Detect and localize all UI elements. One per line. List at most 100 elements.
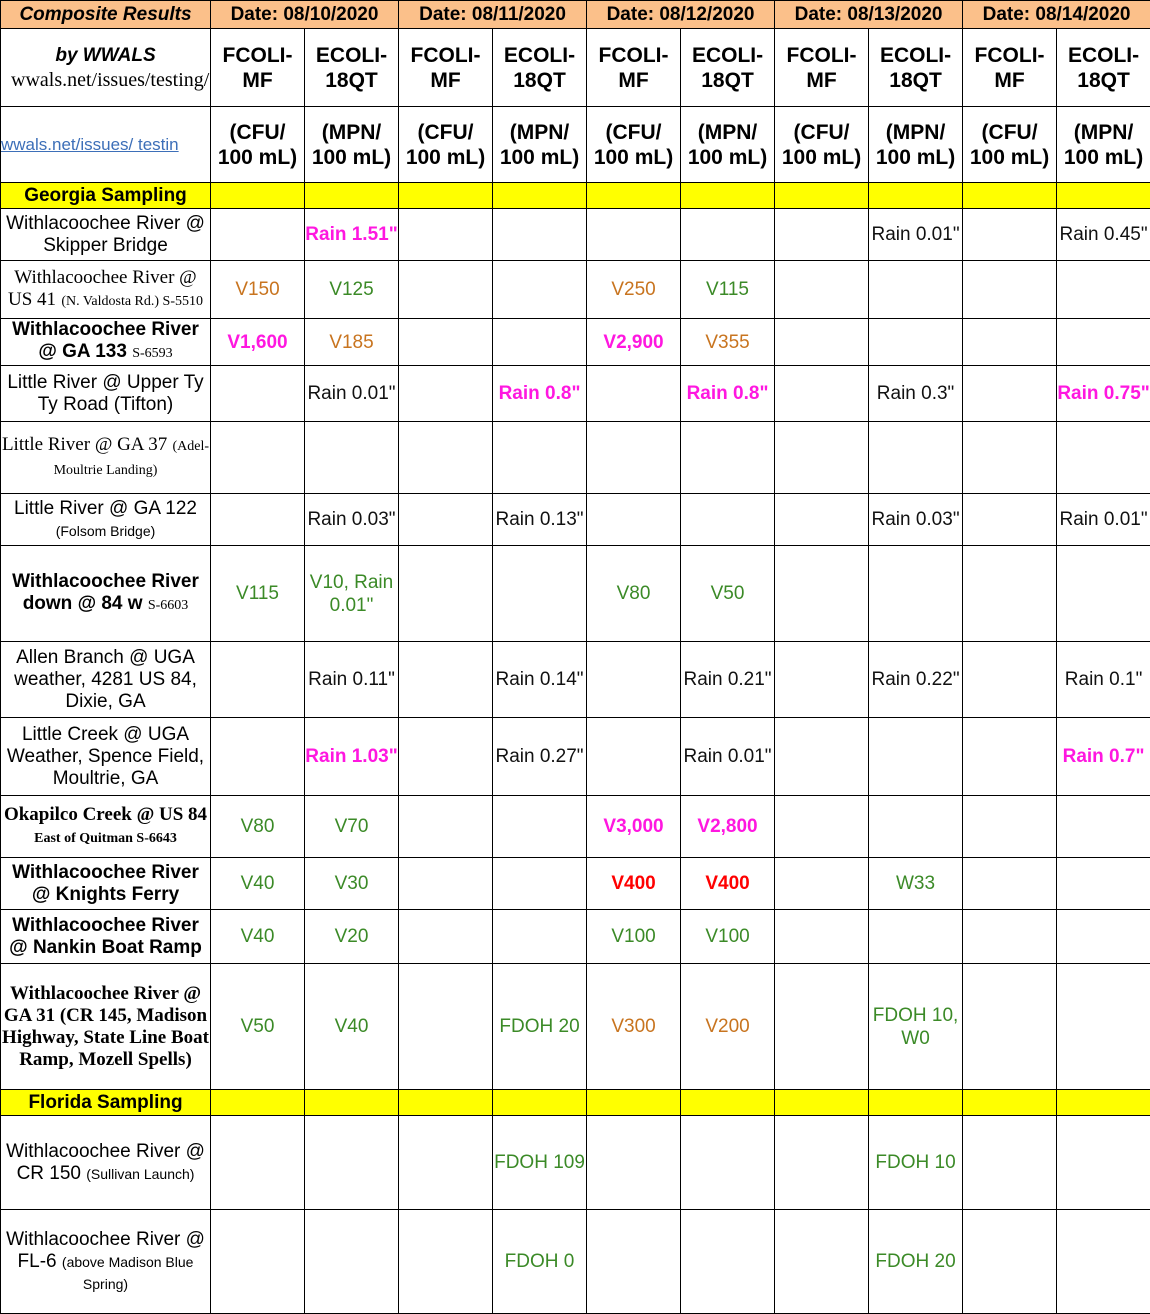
- result-cell: Rain 0.1": [1057, 642, 1150, 718]
- result-cell: [775, 964, 869, 1090]
- result-cell: [305, 1210, 399, 1314]
- result-cell: [493, 796, 587, 858]
- result-cell: [681, 209, 775, 261]
- result-cell: V100: [681, 910, 775, 964]
- result-cell: [963, 858, 1057, 910]
- column-header-line: 18QT: [1057, 68, 1150, 93]
- result-cell: V30: [305, 858, 399, 910]
- result-cell: Rain 0.03": [305, 494, 399, 546]
- site-main: Withlacoochee River @ Nankin Boat Ramp: [9, 915, 202, 958]
- result-cell: V3,000: [587, 796, 681, 858]
- result-cell: [1057, 964, 1150, 1090]
- result-cell: [399, 422, 493, 494]
- column-header: ECOLI-18QT: [1057, 29, 1150, 107]
- date-header: Date: 08/14/2020: [963, 1, 1150, 29]
- date-header: Date: 08/12/2020: [587, 1, 775, 29]
- result-cell: FDOH 10: [869, 1116, 963, 1210]
- site-name: Withlacoochee River @ Nankin Boat Ramp: [1, 910, 211, 964]
- unit-header: (MPN/100 mL): [1057, 107, 1150, 183]
- section-cell: [493, 183, 587, 209]
- result-cell: [211, 366, 305, 422]
- table-row: Little River @ Upper Ty Ty Road (Tifton)…: [1, 366, 1150, 422]
- column-header-line: ECOLI-: [869, 43, 962, 68]
- date-header: Date: 08/10/2020: [211, 1, 399, 29]
- table-title: Composite Results: [1, 1, 211, 29]
- result-cell: [211, 494, 305, 546]
- result-cell: [211, 209, 305, 261]
- table-row: Little River @ GA 37 (Adel-Moultrie Land…: [1, 422, 1150, 494]
- site-sub: (above Madison Blue Spring): [62, 1254, 194, 1292]
- table-row: Okapilco Creek @ US 84 East of Quitman S…: [1, 796, 1150, 858]
- column-header-line: ECOLI-: [493, 43, 586, 68]
- result-cell: [775, 319, 869, 366]
- result-cell: Rain 0.01": [681, 718, 775, 796]
- result-cell: [399, 319, 493, 366]
- column-header-line: MF: [399, 68, 492, 93]
- result-cell: [775, 910, 869, 964]
- result-cell: [305, 422, 399, 494]
- section-cell: [399, 183, 493, 209]
- section-cell: [963, 1090, 1057, 1116]
- result-cell: [963, 964, 1057, 1090]
- column-header-line: MF: [775, 68, 868, 93]
- table-row: Allen Branch @ UGA weather, 4281 US 84, …: [1, 642, 1150, 718]
- result-cell: V100: [587, 910, 681, 964]
- result-cell: V250: [587, 261, 681, 319]
- result-cell: [775, 546, 869, 642]
- site-name: Withlacoochee River @ GA 133 S-6593: [1, 319, 211, 366]
- site-name: Little River @ Upper Ty Ty Road (Tifton): [1, 366, 211, 422]
- unit-header: (CFU/100 mL): [587, 107, 681, 183]
- site-sub: (Folsom Bridge): [56, 523, 156, 539]
- table-row: Withlacoochee River @ FL-6 (above Madiso…: [1, 1210, 1150, 1314]
- table-row: Withlacoochee River @ GA 133 S-6593V1,60…: [1, 319, 1150, 366]
- result-cell: FDOH 20: [493, 964, 587, 1090]
- testing-link[interactable]: wwals.net/issues/ testin: [1, 107, 211, 183]
- unit-header-line: 100 mL): [211, 145, 304, 170]
- unit-header-line: (MPN/: [1057, 120, 1150, 145]
- result-cell: [399, 546, 493, 642]
- by-url: wwals.net/issues/testing/: [1, 68, 210, 93]
- column-header-line: 18QT: [305, 68, 398, 93]
- date-header: Date: 08/13/2020: [775, 1, 963, 29]
- site-name: Withlacoochee River @ FL-6 (above Madiso…: [1, 1210, 211, 1314]
- result-cell: [1057, 261, 1150, 319]
- result-cell: [775, 261, 869, 319]
- result-cell: V80: [587, 546, 681, 642]
- column-header-line: 18QT: [493, 68, 586, 93]
- column-header: FCOLI-MF: [963, 29, 1057, 107]
- table-row: Withlacoochee River @ Nankin Boat RampV4…: [1, 910, 1150, 964]
- result-cell: [963, 546, 1057, 642]
- unit-header: (CFU/100 mL): [775, 107, 869, 183]
- site-name: Withlacoochee River down @ 84 w S-6603: [1, 546, 211, 642]
- section-row: Florida Sampling: [1, 1090, 1150, 1116]
- result-cell: [399, 261, 493, 319]
- unit-header-line: 100 mL): [1057, 145, 1150, 170]
- result-cell: [305, 1116, 399, 1210]
- result-cell: [493, 858, 587, 910]
- section-cell: [681, 1090, 775, 1116]
- result-cell: [1057, 319, 1150, 366]
- result-cell: [775, 1210, 869, 1314]
- site-main: Allen Branch @ UGA weather, 4281 US 84, …: [14, 647, 197, 712]
- unit-header-line: (CFU/: [963, 120, 1056, 145]
- result-cell: [681, 422, 775, 494]
- result-cell: V300: [587, 964, 681, 1090]
- column-header-line: 18QT: [869, 68, 962, 93]
- section-cell: [869, 183, 963, 209]
- section-row: Georgia Sampling: [1, 183, 1150, 209]
- result-cell: [963, 319, 1057, 366]
- result-cell: [775, 422, 869, 494]
- section-cell: [587, 183, 681, 209]
- result-cell: Rain 0.8": [681, 366, 775, 422]
- table-row: Withlacoochee River @ CR 150 (Sullivan L…: [1, 1116, 1150, 1210]
- table-row: Withlacoochee River @ US 41 (N. Valdosta…: [1, 261, 1150, 319]
- result-cell: [775, 366, 869, 422]
- unit-header-line: 100 mL): [305, 145, 398, 170]
- result-cell: V10, Rain 0.01": [305, 546, 399, 642]
- result-cell: V70: [305, 796, 399, 858]
- site-name: Withlacoochee River @ CR 150 (Sullivan L…: [1, 1116, 211, 1210]
- result-cell: Rain 0.22": [869, 642, 963, 718]
- result-cell: Rain 0.01": [869, 209, 963, 261]
- site-name: Little Creek @ UGA Weather, Spence Field…: [1, 718, 211, 796]
- result-cell: V200: [681, 964, 775, 1090]
